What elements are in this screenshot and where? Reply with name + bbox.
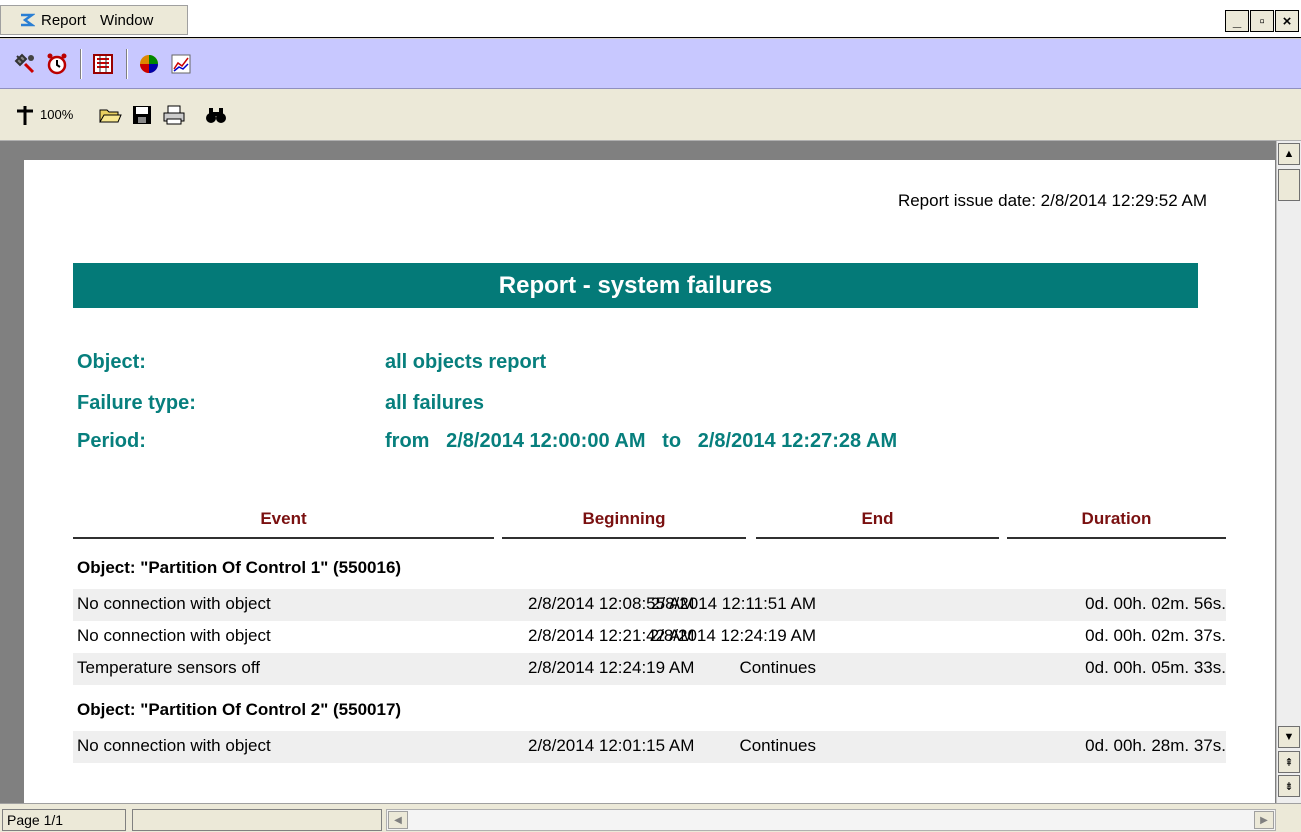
menu-bar: Report Window _ ▫ × xyxy=(0,0,1301,38)
period-value: from 2/8/2014 12:00:00 AM to 2/8/2014 12… xyxy=(385,430,898,452)
pie-chart-icon[interactable] xyxy=(136,51,162,77)
cell-event: No connection with object xyxy=(77,626,271,645)
scroll-left-button[interactable]: ◀ xyxy=(388,811,408,829)
menu-strip: Report Window xyxy=(0,5,188,35)
table-row: Temperature sensors off 2/8/2014 12:24:1… xyxy=(73,653,1226,685)
toolbar-separator xyxy=(80,48,82,79)
table-row: No connection with object 2/8/2014 12:01… xyxy=(73,731,1226,763)
cell-beginning: 2/8/2014 12:24:19 AM xyxy=(528,658,695,677)
failure-type-label: Failure type: xyxy=(77,392,196,414)
object-label: Object: xyxy=(77,351,146,373)
cell-duration: 0d. 00h. 28m. 37s. xyxy=(1085,736,1226,755)
main-toolbar xyxy=(0,39,1301,89)
menu-report[interactable]: Report xyxy=(41,12,86,29)
print-icon[interactable] xyxy=(161,102,187,128)
cell-duration: 0d. 00h. 05m. 33s. xyxy=(1085,658,1226,677)
cell-duration: 0d. 00h. 02m. 56s. xyxy=(1085,594,1226,613)
app-icon xyxy=(21,13,35,27)
object-value: all objects report xyxy=(385,351,547,373)
alarm-clock-icon[interactable] xyxy=(44,51,70,77)
close-glyph: × xyxy=(1282,12,1292,30)
report-title: Report - system failures xyxy=(73,263,1198,308)
page-down-button[interactable]: ⇟ xyxy=(1278,775,1300,797)
minimize-glyph: _ xyxy=(1232,12,1242,30)
find-icon[interactable] xyxy=(203,102,229,128)
period-label: Period: xyxy=(77,430,146,452)
report-page: Report issue date: 2/8/2014 12:29:52 AM … xyxy=(24,160,1275,803)
line-chart-icon[interactable] xyxy=(168,51,194,77)
group-title: Object: "Partition Of Control 2" (550017… xyxy=(77,700,402,719)
save-icon[interactable] xyxy=(129,102,155,128)
column-header-event: Event xyxy=(73,509,494,539)
open-folder-icon[interactable] xyxy=(97,102,123,128)
zoom-icon[interactable] xyxy=(12,102,38,128)
page-indicator: Page 1/1 xyxy=(2,809,126,831)
restore-glyph: ▫ xyxy=(1259,12,1265,30)
page-up-button[interactable]: ⇞ xyxy=(1278,751,1300,773)
menu-window[interactable]: Window xyxy=(100,12,153,29)
column-header-end: End xyxy=(756,509,999,539)
scroll-thumb[interactable] xyxy=(1278,169,1300,201)
scroll-right-button[interactable]: ▶ xyxy=(1254,811,1274,829)
tools-icon[interactable] xyxy=(12,51,38,77)
column-header-duration: Duration xyxy=(1007,509,1226,539)
cell-end: 2/8/2014 12:24:19 AM xyxy=(649,626,816,645)
toolbar-separator xyxy=(126,48,128,79)
zoom-level[interactable]: 100% xyxy=(40,107,73,122)
restore-button[interactable]: ▫ xyxy=(1250,10,1274,32)
table-row: No connection with object 2/8/2014 12:08… xyxy=(73,589,1226,621)
horizontal-scrollbar[interactable]: ◀ ▶ xyxy=(386,809,1276,831)
group-title: Object: "Partition Of Control 1" (550016… xyxy=(77,558,402,577)
report-issue-date: Report issue date: 2/8/2014 12:29:52 AM xyxy=(897,191,1207,210)
status-panel xyxy=(132,809,382,831)
failure-type-value: all failures xyxy=(385,392,484,414)
close-button[interactable]: × xyxy=(1275,10,1299,32)
vertical-scrollbar[interactable]: ▲ ▼ ⇞ ⇟ xyxy=(1276,141,1301,803)
scroll-up-button[interactable]: ▲ xyxy=(1278,143,1300,165)
report-viewport: Report issue date: 2/8/2014 12:29:52 AM … xyxy=(0,141,1276,803)
window-controls: _ ▫ × xyxy=(1224,10,1299,32)
cell-event: No connection with object xyxy=(77,594,271,613)
column-header-beginning: Beginning xyxy=(502,509,746,539)
cell-duration: 0d. 00h. 02m. 37s. xyxy=(1085,626,1226,645)
minimize-button[interactable]: _ xyxy=(1225,10,1249,32)
cell-beginning: 2/8/2014 12:01:15 AM xyxy=(528,736,695,755)
cell-event: No connection with object xyxy=(77,736,271,755)
cell-end: 2/8/2014 12:11:51 AM xyxy=(650,594,816,613)
status-bar: Page 1/1 ◀ ▶ xyxy=(0,803,1301,832)
cell-end: Continues xyxy=(739,736,816,755)
cell-event: Temperature sensors off xyxy=(77,658,260,677)
preview-toolbar: 100% xyxy=(0,89,1301,141)
cell-end: Continues xyxy=(739,658,816,677)
film-report-icon[interactable] xyxy=(90,51,116,77)
scroll-down-button[interactable]: ▼ xyxy=(1278,726,1300,748)
table-row: No connection with object 2/8/2014 12:21… xyxy=(73,621,1226,653)
